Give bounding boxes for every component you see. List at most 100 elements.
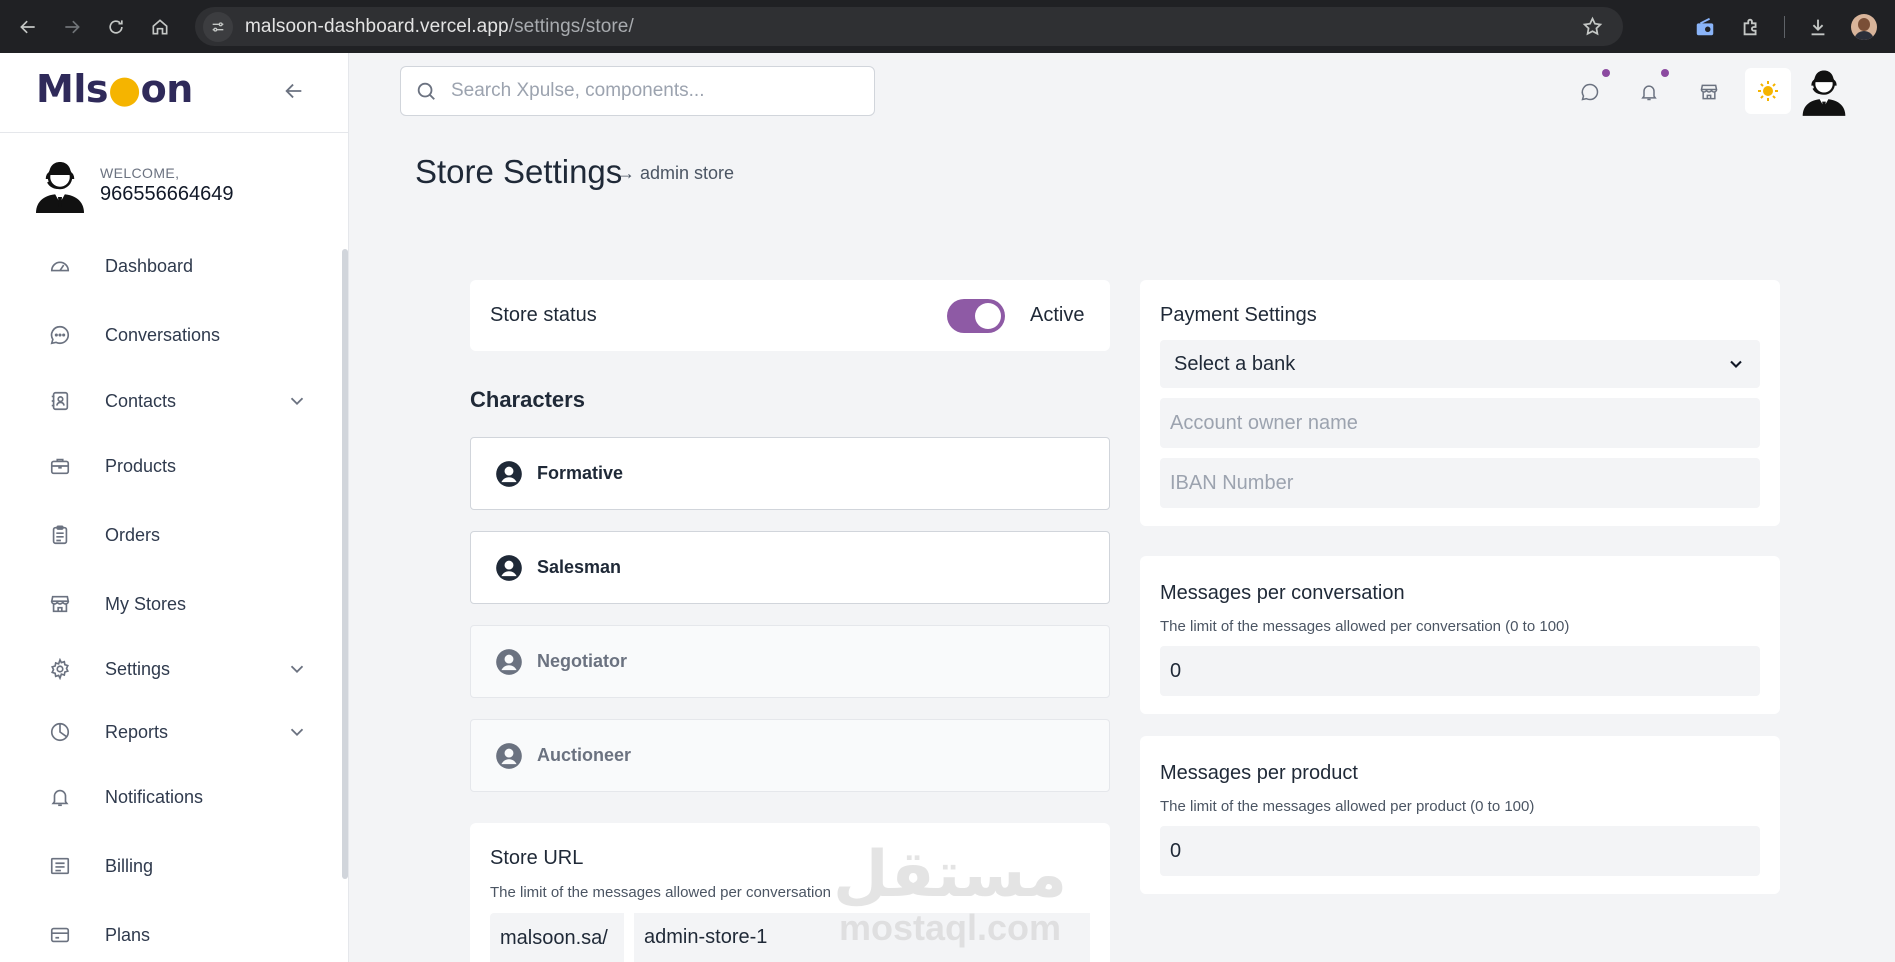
payment-settings-title: Payment Settings [1160, 304, 1317, 326]
character-option-formative[interactable]: Formative [470, 437, 1110, 510]
sidebar-item-products[interactable]: Products [48, 449, 308, 483]
collapse-sidebar-arrow-icon[interactable] [280, 77, 308, 105]
sidebar-item-label: Conversations [105, 324, 221, 345]
chat-bubble-icon [1581, 83, 1599, 101]
notification-dot [1661, 69, 1669, 77]
messages-per-conversation-input[interactable] [1160, 646, 1760, 696]
chat-bubble-icon [48, 323, 72, 347]
chevron-down-icon [1730, 360, 1742, 368]
iban-field[interactable] [1160, 458, 1760, 508]
messages-button[interactable] [1570, 69, 1610, 112]
browser-profile-avatar[interactable] [1851, 13, 1877, 40]
bank-select-value: Select a bank [1174, 352, 1296, 375]
sidebar-item-label: Settings [105, 658, 171, 679]
sidebar-item-label: Plans [105, 924, 151, 945]
bell-icon [1641, 85, 1657, 101]
sidebar-scrollbar[interactable] [342, 249, 348, 879]
extensions-puzzle-icon[interactable] [1738, 14, 1764, 40]
site-settings-icon[interactable] [203, 11, 233, 42]
sidebar-item-contacts[interactable]: Contacts [48, 384, 308, 418]
store-url-prefix: malsoon.sa/ [490, 913, 624, 962]
messages-per-product-card: Messages per product The limit of the me… [1140, 736, 1780, 894]
sidebar: Mls●on WELCOME, 966556664649 Dashboard C… [0, 53, 349, 962]
notifications-button[interactable] [1629, 69, 1669, 112]
messages-per-conversation-title: Messages per conversation [1160, 582, 1405, 604]
notification-dot [1602, 69, 1610, 77]
briefcase-icon [48, 454, 72, 478]
sun-icon [1758, 81, 1778, 101]
url-path: /settings/store/ [508, 15, 634, 37]
store-button[interactable] [1689, 72, 1729, 112]
credit-card-icon [48, 923, 72, 947]
sidebar-item-label: Reports [105, 721, 169, 742]
user-avatar-icon [36, 162, 84, 213]
contact-book-icon [48, 389, 72, 413]
sidebar-item-reports[interactable]: Reports [48, 715, 308, 749]
sidebar-item-notifications[interactable]: Notifications [48, 780, 308, 814]
forward-icon[interactable] [58, 13, 86, 41]
sidebar-item-label: Notifications [105, 786, 204, 807]
user-circle-icon [496, 742, 522, 769]
search-icon [417, 82, 435, 100]
pie-chart-icon [48, 720, 72, 744]
store-icon [1700, 84, 1718, 100]
bank-select[interactable]: Select a bank [1160, 340, 1760, 388]
bookmark-star-icon[interactable] [1582, 16, 1603, 42]
sidebar-item-my-stores[interactable]: My Stores [48, 587, 308, 621]
brand-logo[interactable]: Mls●on [36, 67, 193, 111]
search-box [400, 66, 875, 116]
payment-settings-card: Payment Settings Select a bank [1140, 280, 1780, 526]
toggle-knob [975, 303, 1001, 329]
browser-extensions [1692, 0, 1877, 53]
character-label: Formative [537, 463, 624, 483]
back-icon[interactable] [14, 13, 42, 41]
store-status-card: Store status Active [470, 280, 1110, 351]
search-input[interactable] [451, 80, 851, 102]
sidebar-item-label: Billing [105, 855, 154, 876]
sidebar-item-label: Orders [105, 524, 161, 545]
theme-toggle-button[interactable] [1745, 68, 1791, 114]
chevron-down-icon [290, 397, 304, 406]
url-text: malsoon-dashboard.vercel.app/settings/st… [245, 16, 634, 38]
profile-avatar-icon[interactable] [1800, 66, 1848, 116]
store-status-toggle[interactable] [947, 299, 1005, 333]
clipboard-icon [48, 523, 72, 547]
user-circle-icon [496, 648, 522, 675]
browser-toolbar: malsoon-dashboard.vercel.app/settings/st… [0, 0, 1895, 53]
store-status-value: Active [1030, 304, 1085, 326]
reload-icon[interactable] [102, 13, 130, 41]
sidebar-item-dashboard[interactable]: Dashboard [48, 249, 308, 283]
sidebar-item-label: Products [105, 455, 177, 476]
character-option-auctioneer[interactable]: Auctioneer [470, 719, 1110, 792]
user-welcome: WELCOME, 966556664649 [33, 157, 233, 213]
home-icon[interactable] [146, 13, 174, 41]
sidebar-item-settings[interactable]: Settings [48, 652, 308, 686]
welcome-label: WELCOME, [100, 164, 180, 181]
store-url-input[interactable] [634, 913, 1090, 962]
breadcrumb: → admin store [617, 163, 735, 183]
download-icon[interactable] [1805, 14, 1831, 40]
store-icon [48, 592, 72, 616]
sidebar-item-billing[interactable]: Billing [48, 849, 308, 883]
account-owner-field[interactable] [1160, 398, 1760, 448]
user-circle-icon [496, 554, 522, 581]
character-option-salesman[interactable]: Salesman [470, 531, 1110, 604]
sidebar-item-plans[interactable]: Plans [48, 918, 308, 952]
character-label: Auctioneer [537, 745, 632, 765]
sidebar-item-label: My Stores [105, 593, 187, 614]
chevron-down-icon [290, 728, 304, 737]
url-host: malsoon-dashboard.vercel.app [245, 15, 509, 37]
sidebar-item-conversations[interactable]: Conversations [48, 318, 308, 352]
character-option-negotiator[interactable]: Negotiator [470, 625, 1110, 698]
receipt-icon [48, 854, 72, 878]
character-label: Negotiator [537, 651, 627, 671]
sidebar-item-orders[interactable]: Orders [48, 518, 308, 552]
radio-extension-icon[interactable] [1692, 14, 1718, 40]
sidebar-header: Mls●on [0, 53, 348, 133]
messages-per-product-input[interactable] [1160, 826, 1760, 876]
gauge-icon [48, 254, 72, 278]
page-title: Store Settings [415, 153, 623, 190]
sidebar-item-label: Contacts [105, 390, 177, 411]
address-bar[interactable]: malsoon-dashboard.vercel.app/settings/st… [195, 7, 1623, 46]
messages-per-product-description: The limit of the messages allowed per pr… [1160, 798, 1535, 815]
